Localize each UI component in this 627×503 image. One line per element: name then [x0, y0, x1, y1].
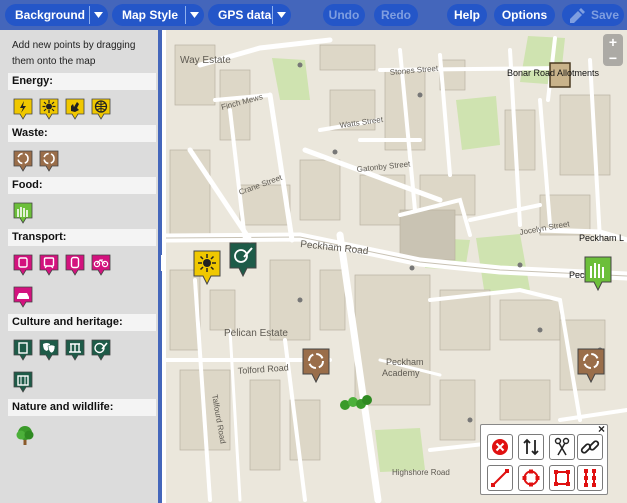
background-label: Background — [15, 8, 86, 22]
chevron-down-icon[interactable] — [89, 6, 106, 24]
gps-data-label: GPS data — [218, 8, 272, 22]
food-marker-allotment-icon[interactable] — [13, 202, 33, 224]
zoom-out-icon[interactable]: − — [603, 50, 623, 66]
join-icon — [580, 440, 600, 454]
culture-marker-monument-icon[interactable] — [65, 339, 85, 361]
energy-marker-sun-icon[interactable] — [39, 98, 59, 120]
culture-marker-building-icon[interactable] — [13, 371, 33, 393]
redo-button[interactable]: Redo — [374, 4, 418, 26]
category-food: Food: — [8, 177, 156, 194]
nature-marker-tree-icon[interactable] — [13, 423, 37, 447]
culture-marker-door-icon[interactable] — [13, 339, 33, 361]
map-marker-recycle-icon[interactable] — [577, 348, 605, 384]
label-pec: Pec — [569, 270, 585, 280]
split-button[interactable] — [549, 434, 575, 460]
label-way-estate: Way Estate — [180, 55, 231, 66]
energy-marker-power-icon[interactable] — [13, 98, 33, 120]
transport-marker-bicycle-icon[interactable] — [91, 254, 111, 276]
square-icon — [554, 470, 570, 486]
map-marker-solar-icon[interactable] — [193, 250, 221, 286]
save-label: Save — [591, 8, 620, 22]
transport-marker-train-icon[interactable] — [39, 254, 59, 276]
park-area — [456, 96, 500, 150]
chevron-down-icon[interactable] — [272, 6, 289, 24]
category-nature: Nature and wildlife: — [8, 399, 156, 416]
join-button[interactable] — [577, 434, 603, 460]
waste-marker-recycle-icon[interactable] — [13, 150, 33, 172]
line-icon — [491, 469, 509, 487]
map-marker-allotment-icon[interactable] — [584, 256, 612, 292]
undo-button[interactable]: Undo — [323, 4, 365, 26]
park-area — [375, 428, 425, 472]
category-waste: Waste: — [8, 125, 156, 142]
save-icon — [570, 8, 585, 23]
parallel-icon — [584, 469, 596, 487]
circle-button[interactable] — [518, 465, 544, 491]
label-pelican-estate: Pelican Estate — [224, 328, 288, 339]
category-culture: Culture and heritage: — [8, 314, 156, 331]
label-peckham-academy-1: Peckham — [386, 357, 424, 367]
options-button[interactable]: Options — [494, 4, 555, 26]
zoom-control: + − — [603, 34, 623, 66]
label-peckham-right: Peckham L — [579, 233, 624, 243]
edit-tools-panel: × — [480, 422, 608, 495]
sidebar-intro: Add new points by dragging them onto the… — [12, 40, 136, 67]
delete-button[interactable] — [487, 434, 513, 460]
label-highshore-road: Highshore Road — [392, 468, 450, 477]
delete-icon — [492, 439, 508, 455]
chevron-down-icon[interactable] — [185, 6, 202, 24]
circle-icon — [522, 469, 540, 487]
culture-marker-theatre-icon[interactable] — [39, 339, 59, 361]
line-button[interactable] — [487, 465, 513, 491]
category-energy: Energy: — [8, 73, 156, 90]
save-button[interactable]: Save — [562, 4, 624, 26]
label-peckham-academy-2: Academy — [382, 368, 420, 378]
reverse-icon — [523, 438, 539, 456]
zoom-in-icon[interactable]: + — [603, 34, 623, 50]
culture-marker-art-icon[interactable] — [91, 339, 111, 361]
map-marker-recycle-icon[interactable] — [302, 348, 330, 384]
label-bonar-road-allotments: Bonar Road Allotments — [507, 68, 600, 78]
sidebar-resize-handle[interactable] — [161, 255, 165, 271]
parallel-button[interactable] — [577, 465, 603, 491]
help-button[interactable]: Help — [447, 4, 487, 26]
square-button[interactable] — [549, 465, 575, 491]
transport-marker-bus-icon[interactable] — [13, 254, 33, 276]
category-transport: Transport: — [8, 229, 156, 246]
top-toolbar: Background Map Style GPS data Undo Redo … — [0, 0, 627, 30]
gps-data-button[interactable]: GPS data — [208, 4, 291, 26]
energy-marker-hand-icon[interactable] — [65, 98, 85, 120]
waste-marker-recycle-point-icon[interactable] — [39, 150, 59, 172]
split-icon — [554, 437, 570, 456]
transport-marker-tram-icon[interactable] — [65, 254, 85, 276]
background-button[interactable]: Background — [5, 4, 108, 26]
map-style-button[interactable]: Map Style — [112, 4, 204, 26]
energy-marker-globe-icon[interactable] — [91, 98, 111, 120]
map-style-label: Map Style — [122, 8, 179, 22]
transport-marker-car-icon[interactable] — [13, 286, 33, 308]
reverse-button[interactable] — [518, 434, 544, 460]
map-marker-art-icon[interactable] — [229, 242, 257, 278]
sidebar: Add new points by dragging them onto the… — [0, 30, 162, 503]
